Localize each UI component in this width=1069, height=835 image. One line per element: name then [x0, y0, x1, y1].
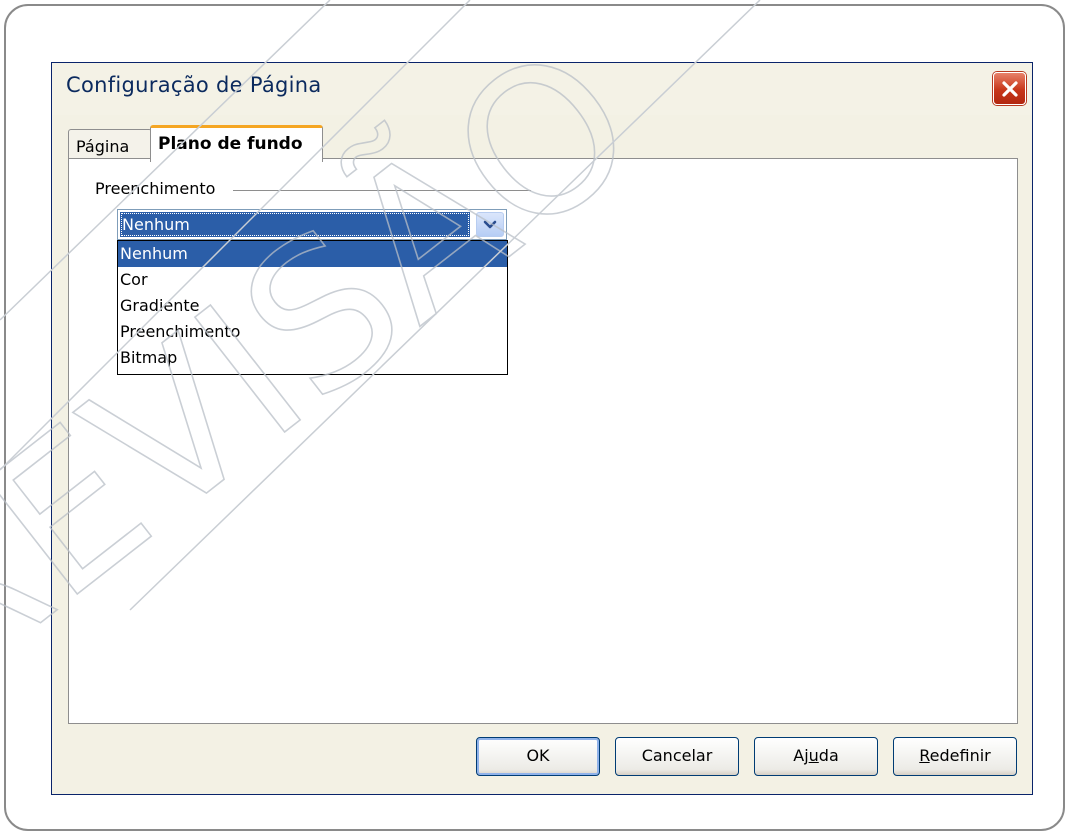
reset-button[interactable]: Redefinir [893, 737, 1017, 776]
close-button[interactable] [993, 72, 1026, 105]
reset-label: Redefinir [919, 746, 991, 765]
dialog-title: Configuração de Página [66, 73, 322, 97]
chevron-down-icon [483, 220, 497, 228]
group-divider [233, 190, 531, 191]
tab-plano-de-fundo[interactable]: Plano de fundo [150, 125, 323, 162]
dropdown-arrow-button[interactable] [476, 212, 504, 237]
fill-type-current-value: Nenhum [120, 212, 470, 237]
dropdown-option-cor[interactable]: Cor [118, 267, 507, 293]
fill-group-label: Preenchimento [95, 179, 224, 198]
dropdown-option-gradiente[interactable]: Gradiente [118, 293, 507, 319]
help-button[interactable]: Ajuda [754, 737, 878, 776]
dropdown-option-bitmap[interactable]: Bitmap [118, 345, 507, 371]
help-label: Ajuda [793, 746, 839, 765]
page-setup-dialog: Configuração de Página Página Plano de f… [51, 62, 1033, 795]
tab-label: Página [76, 137, 130, 156]
close-icon [1001, 80, 1018, 97]
tab-pagina[interactable]: Página [68, 129, 152, 161]
dialog-button-row: OK Cancelar Ajuda Redefinir [52, 737, 1032, 777]
fill-type-dropdown-list: Nenhum Cor Gradiente Preenchimento Bitma… [117, 240, 508, 375]
dropdown-option-nenhum[interactable]: Nenhum [118, 241, 507, 267]
title-bar[interactable]: Configuração de Página [52, 63, 1032, 115]
fill-type-select[interactable]: Nenhum [117, 209, 507, 240]
dropdown-option-preenchimento[interactable]: Preenchimento [118, 319, 507, 345]
tab-label: Plano de fundo [158, 134, 303, 154]
ok-button[interactable]: OK [476, 737, 600, 776]
tab-panel-plano-de-fundo: Preenchimento Nenhum Nenhum Cor Gradient… [68, 158, 1018, 724]
cancel-button[interactable]: Cancelar [615, 737, 739, 776]
